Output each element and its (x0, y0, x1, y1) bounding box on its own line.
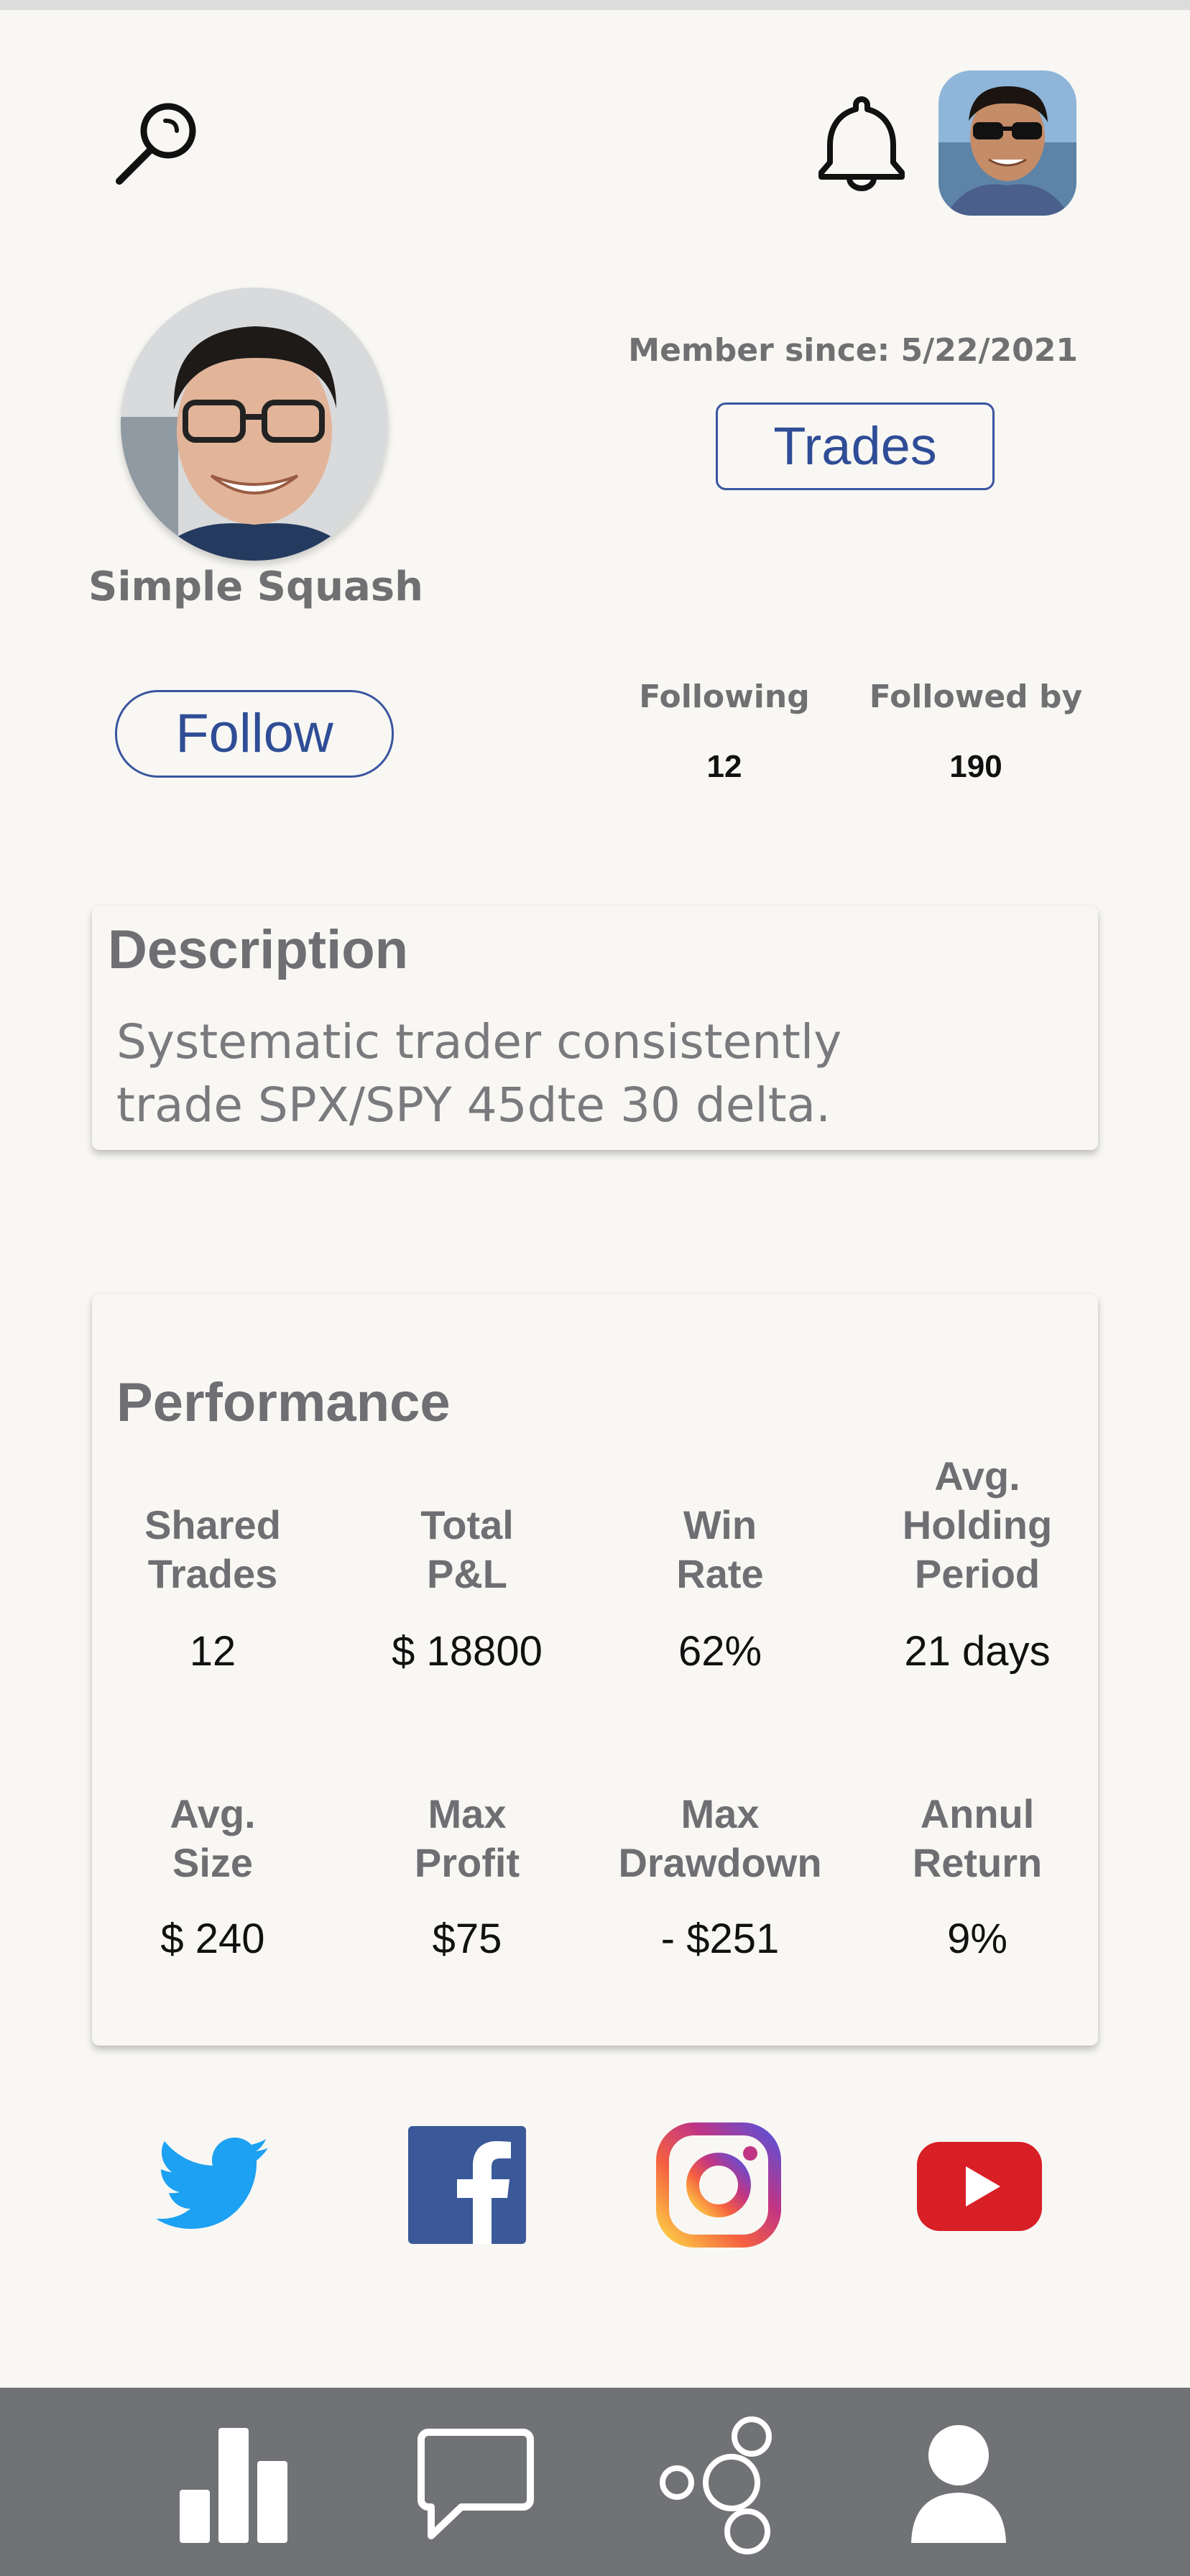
profile-icon[interactable] (887, 2388, 1030, 2576)
metric-label-line: P&L (427, 1551, 507, 1596)
description-title: Description (108, 919, 409, 980)
profile-name: Simple Squash (88, 564, 423, 610)
trades-button[interactable]: Trades (716, 402, 995, 490)
profile-avatar (121, 288, 388, 561)
metric-label-line: Win (683, 1502, 757, 1547)
chat-icon[interactable] (407, 2388, 550, 2576)
following-count[interactable]: 12 (632, 749, 816, 785)
metric-label: Win Rate (601, 1501, 839, 1598)
metric-value: $75 (432, 1915, 502, 1962)
metric-label-line: Rate (676, 1551, 764, 1596)
facebook-icon[interactable] (402, 2120, 532, 2250)
twitter-icon[interactable] (148, 2120, 277, 2250)
metric-label-line: Shared (144, 1502, 281, 1547)
metric-label-line: Avg. (934, 1453, 1020, 1499)
youtube-icon[interactable] (911, 2120, 1048, 2250)
metric-value: 62% (678, 1628, 762, 1675)
metric-value: $ 240 (160, 1915, 265, 1962)
metric-label-line: Max (681, 1791, 760, 1836)
metric-value: $ 18800 (392, 1628, 543, 1675)
followed-by-label[interactable]: Followed by (859, 678, 1092, 715)
metric-value: 9% (947, 1915, 1007, 1962)
follow-button[interactable]: Follow (115, 690, 394, 778)
metric-label-line: Profit (414, 1840, 520, 1885)
metric-label-line: Avg. (170, 1791, 256, 1836)
followed-by-count[interactable]: 190 (859, 749, 1092, 785)
metric-label: Shared Trades (94, 1501, 331, 1598)
metric-label-line: Drawdown (618, 1840, 822, 1885)
metric-value: - $251 (660, 1915, 780, 1962)
network-icon[interactable] (647, 2388, 790, 2576)
metric-label-line: Size (172, 1840, 254, 1885)
member-since: Member since: 5/22/2021 (628, 332, 1078, 369)
top-edge (0, 0, 1190, 10)
description-line: trade SPX/SPY 45dte 30 delta. (116, 1077, 831, 1133)
metric-value: 12 (189, 1628, 236, 1675)
metric-label-line: Holding (902, 1502, 1053, 1547)
metric-label-line: Max (428, 1791, 507, 1836)
description-card: Description Systematic trader consistent… (92, 906, 1098, 1150)
metric-label: Max Drawdown (601, 1790, 839, 1887)
instagram-icon[interactable] (654, 2120, 783, 2250)
metric-label-line: Return (912, 1840, 1043, 1885)
metric-label-line: Total (420, 1502, 514, 1547)
performance-card: Performance Shared Trades 12 Total P&L $ 1880… (92, 1294, 1098, 2046)
metric-label: Avg. Size (94, 1790, 331, 1887)
description-text: Systematic trader consistently trade SPX… (116, 1011, 1079, 1137)
search-icon[interactable] (108, 99, 208, 193)
metric-label: Max Profit (349, 1790, 586, 1887)
bottom-nav (0, 2388, 1190, 2576)
metric-label-line: Period (914, 1551, 1041, 1596)
performance-title: Performance (116, 1372, 451, 1433)
metric-label: Total P&L (349, 1501, 586, 1598)
bell-icon[interactable] (812, 93, 911, 191)
header-avatar[interactable] (938, 70, 1076, 216)
metric-label: Avg. Holding Period (859, 1452, 1096, 1598)
metric-label-line: Annul (920, 1791, 1035, 1836)
metric-label: Annul Return (859, 1790, 1096, 1887)
chart-icon[interactable] (162, 2388, 306, 2576)
following-label[interactable]: Following (632, 678, 816, 715)
description-line: Systematic trader consistently (116, 1014, 842, 1070)
metric-value: 21 days (904, 1628, 1051, 1675)
metric-label-line: Trades (147, 1551, 278, 1596)
